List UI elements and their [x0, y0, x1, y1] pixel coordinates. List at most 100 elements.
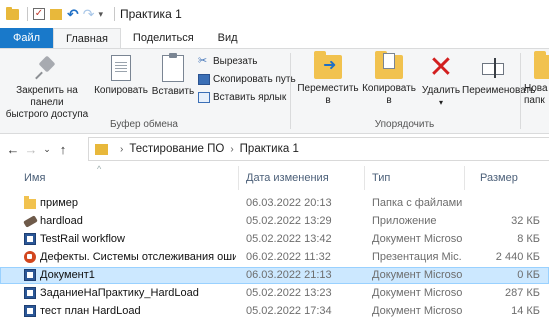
- file-row[interactable]: Дефекты. Системы отслеживания оши... 06.…: [0, 249, 549, 266]
- paste-shortcut-icon: [198, 92, 210, 103]
- copy-to-label-line2: в: [386, 95, 392, 106]
- word-doc-icon: [24, 233, 36, 245]
- copy-label: Копировать: [94, 85, 148, 96]
- qat-separator: [27, 7, 28, 21]
- undo-icon[interactable]: ↶: [67, 6, 79, 23]
- tab-share[interactable]: Поделиться: [121, 28, 206, 48]
- clipboard-group: Закрепить на панели быстрого доступа Коп…: [0, 49, 296, 133]
- file-row-selected[interactable]: Документ1 06.03.2022 21:13 Документ Micr…: [0, 267, 549, 284]
- column-header-name[interactable]: Имя: [24, 172, 45, 184]
- redo-icon[interactable]: ↷: [83, 6, 95, 23]
- column-divider[interactable]: [238, 166, 239, 190]
- file-type: Презентация Mic...: [372, 251, 462, 263]
- organize-group-label: Упорядочить: [374, 119, 435, 130]
- copy-path-icon: [198, 74, 210, 85]
- move-to-label-line2: в: [325, 95, 331, 106]
- file-date: 06.03.2022 21:13: [246, 269, 332, 281]
- up-arrow-icon[interactable]: ↑: [54, 142, 72, 157]
- breadcrumb-item[interactable]: Практика 1: [240, 143, 299, 155]
- paste-button[interactable]: Вставить: [150, 53, 196, 98]
- new-folder-button[interactable]: Нова папк: [524, 51, 549, 107]
- column-divider[interactable]: [464, 166, 465, 190]
- recent-locations-chevron-icon[interactable]: ⌄: [40, 144, 54, 155]
- new-folder-icon: [534, 51, 549, 79]
- column-divider[interactable]: [364, 166, 365, 190]
- file-size: 14 КБ: [511, 305, 540, 317]
- folder-icon: [6, 6, 19, 20]
- delete-dropdown-icon[interactable]: ▾: [418, 97, 464, 109]
- file-type: Документ Microso...: [372, 233, 462, 245]
- paste-label: Вставить: [151, 86, 195, 97]
- new-folder-icon[interactable]: [50, 8, 62, 20]
- forward-arrow-icon[interactable]: →: [22, 142, 40, 157]
- ribbon-tabs: Файл Главная Поделиться Вид: [0, 28, 549, 48]
- ribbon: Закрепить на панели быстрого доступа Коп…: [0, 48, 549, 134]
- breadcrumb-item[interactable]: Тестирование ПО: [129, 143, 224, 155]
- window-title: Практика 1: [120, 7, 182, 21]
- paste-icon: [162, 53, 184, 82]
- file-type: Приложение: [372, 215, 437, 227]
- back-arrow-icon[interactable]: ←: [4, 142, 22, 157]
- copy-icon: [111, 55, 131, 81]
- breadcrumb-chevron-icon[interactable]: ›: [230, 144, 233, 155]
- ribbon-separator: [290, 53, 291, 129]
- file-size: 287 КБ: [504, 287, 540, 299]
- file-name: ЗаданиеНаПрактику_HardLoad: [40, 287, 199, 299]
- file-date: 05.02.2022 13:23: [246, 287, 332, 299]
- column-header-type[interactable]: Тип: [372, 172, 390, 184]
- pin-icon: [34, 55, 60, 81]
- paste-shortcut-button[interactable]: Вставить ярлык: [198, 92, 286, 103]
- rename-icon: [480, 55, 506, 81]
- file-name: TestRail workflow: [40, 233, 125, 245]
- powerpoint-icon: [24, 251, 36, 263]
- copy-to-icon: [375, 51, 403, 79]
- pin-label-line1: Закрепить на панели: [16, 85, 78, 108]
- file-date: 05.02.2022 17:34: [246, 305, 332, 317]
- sort-caret-icon: ^: [97, 164, 102, 174]
- file-row[interactable]: hardload 05.02.2022 13:29 Приложение 32 …: [0, 213, 549, 230]
- file-name: пример: [40, 197, 79, 209]
- address-bar-area: ← → ⌄ ↑ › Тестирование ПО › Практика 1: [0, 134, 549, 164]
- file-row[interactable]: пример 06.03.2022 20:13 Папка с файлами: [0, 195, 549, 212]
- qat-dropdown-icon[interactable]: ▾: [98, 9, 103, 20]
- file-date: 06.02.2022 11:32: [246, 251, 331, 263]
- file-row[interactable]: TestRail workflow 05.02.2022 13:42 Докум…: [0, 231, 549, 248]
- rename-label: Переименовать: [462, 85, 536, 96]
- copy-button[interactable]: Копировать: [92, 55, 150, 97]
- file-size: 0 КБ: [517, 269, 540, 281]
- file-type: Документ Microso...: [372, 269, 462, 281]
- word-doc-icon: [24, 287, 36, 299]
- column-header-row: ^ Имя Дата изменения Тип Размер: [0, 164, 549, 192]
- breadcrumb-chevron-icon[interactable]: ›: [120, 144, 123, 155]
- delete-x-icon: ✕: [428, 51, 454, 84]
- move-to-button[interactable]: ➜ Переместить в: [296, 51, 360, 107]
- title-bar: ✓ ↶ ↷ ▾ Практика 1: [0, 0, 549, 28]
- folder-icon: [24, 196, 36, 209]
- tab-file[interactable]: Файл: [0, 28, 54, 48]
- file-size: 2 440 КБ: [495, 251, 540, 263]
- copy-path-button[interactable]: Скопировать путь: [198, 74, 296, 85]
- column-header-date[interactable]: Дата изменения: [246, 172, 329, 184]
- address-input[interactable]: › Тестирование ПО › Практика 1: [88, 137, 549, 161]
- cut-button[interactable]: ✂ Вырезать: [198, 56, 257, 68]
- copy-to-button[interactable]: Копировать в: [360, 51, 418, 107]
- tab-home[interactable]: Главная: [53, 28, 121, 48]
- organize-group: ➜ Переместить в Копировать в ✕ Удалить ▾…: [292, 49, 535, 133]
- tab-view[interactable]: Вид: [206, 28, 250, 48]
- ribbon-separator: [520, 53, 521, 129]
- file-name: Документ1: [40, 269, 95, 281]
- word-doc-icon: [24, 305, 36, 317]
- file-row[interactable]: тест план HardLoad 05.02.2022 17:34 Доку…: [0, 303, 549, 320]
- column-header-size[interactable]: Размер: [480, 172, 518, 184]
- file-list: ^ Имя Дата изменения Тип Размер пример 0…: [0, 164, 549, 327]
- properties-checkbox-icon[interactable]: ✓: [33, 8, 45, 20]
- file-name: Дефекты. Системы отслеживания оши...: [40, 251, 236, 263]
- pin-quick-access-button[interactable]: Закрепить на панели быстрого доступа: [2, 55, 92, 121]
- delete-button[interactable]: ✕ Удалить ▾: [418, 51, 464, 109]
- file-size: 32 КБ: [511, 215, 540, 227]
- file-row[interactable]: ЗаданиеНаПрактику_HardLoad 05.02.2022 13…: [0, 285, 549, 302]
- rename-button[interactable]: Переименовать: [462, 55, 536, 97]
- file-size: 8 КБ: [517, 233, 540, 245]
- new-folder-label-line1: Нова: [524, 83, 548, 94]
- file-name: тест план HardLoad: [40, 305, 141, 317]
